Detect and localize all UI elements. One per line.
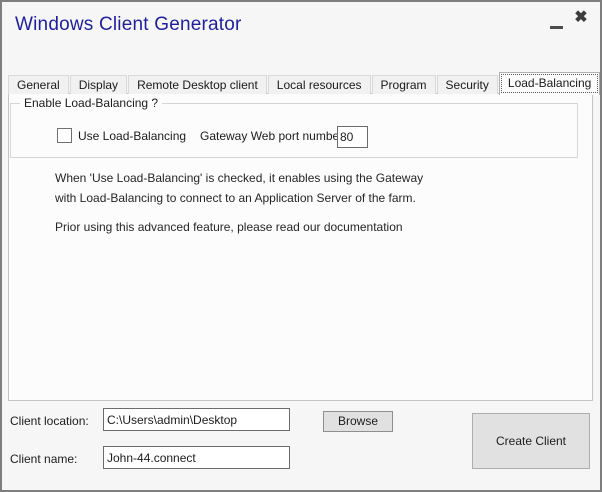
create-client-button[interactable]: Create Client xyxy=(472,413,590,469)
gateway-port-input[interactable] xyxy=(337,126,368,148)
client-name-label: Client name: xyxy=(10,452,77,466)
tab-load-balancing[interactable]: Load-Balancing xyxy=(499,72,600,95)
client-location-label: Client location: xyxy=(10,414,89,428)
tab-display[interactable]: Display xyxy=(70,75,127,94)
tab-strip: General Display Remote Desktop client Lo… xyxy=(8,72,601,94)
gateway-port-label: Gateway Web port number xyxy=(200,129,343,143)
minimize-icon[interactable] xyxy=(550,20,564,34)
info-text-line-1: When 'Use Load-Balancing' is checked, it… xyxy=(55,171,423,185)
client-location-input[interactable] xyxy=(103,408,290,431)
info-text-line-2: with Load-Balancing to connect to an App… xyxy=(55,191,416,205)
browse-button[interactable]: Browse xyxy=(323,411,393,432)
close-icon[interactable]: ✖ xyxy=(572,8,590,28)
client-name-input[interactable] xyxy=(103,446,290,469)
tab-local-resources[interactable]: Local resources xyxy=(268,75,371,94)
tab-program[interactable]: Program xyxy=(372,75,436,94)
groupbox-title: Enable Load-Balancing ? xyxy=(20,96,162,110)
tab-security[interactable]: Security xyxy=(437,75,498,94)
tab-remote-desktop-client[interactable]: Remote Desktop client xyxy=(128,75,267,94)
info-text-line-3: Prior using this advanced feature, pleas… xyxy=(55,220,403,234)
use-load-balancing-label: Use Load-Balancing xyxy=(78,129,186,143)
use-load-balancing-checkbox[interactable] xyxy=(57,128,72,143)
window-title: Windows Client Generator xyxy=(15,14,242,36)
tab-general[interactable]: General xyxy=(8,75,69,94)
windows-client-generator-dialog: Windows Client Generator ✖ General Displ… xyxy=(0,0,602,492)
